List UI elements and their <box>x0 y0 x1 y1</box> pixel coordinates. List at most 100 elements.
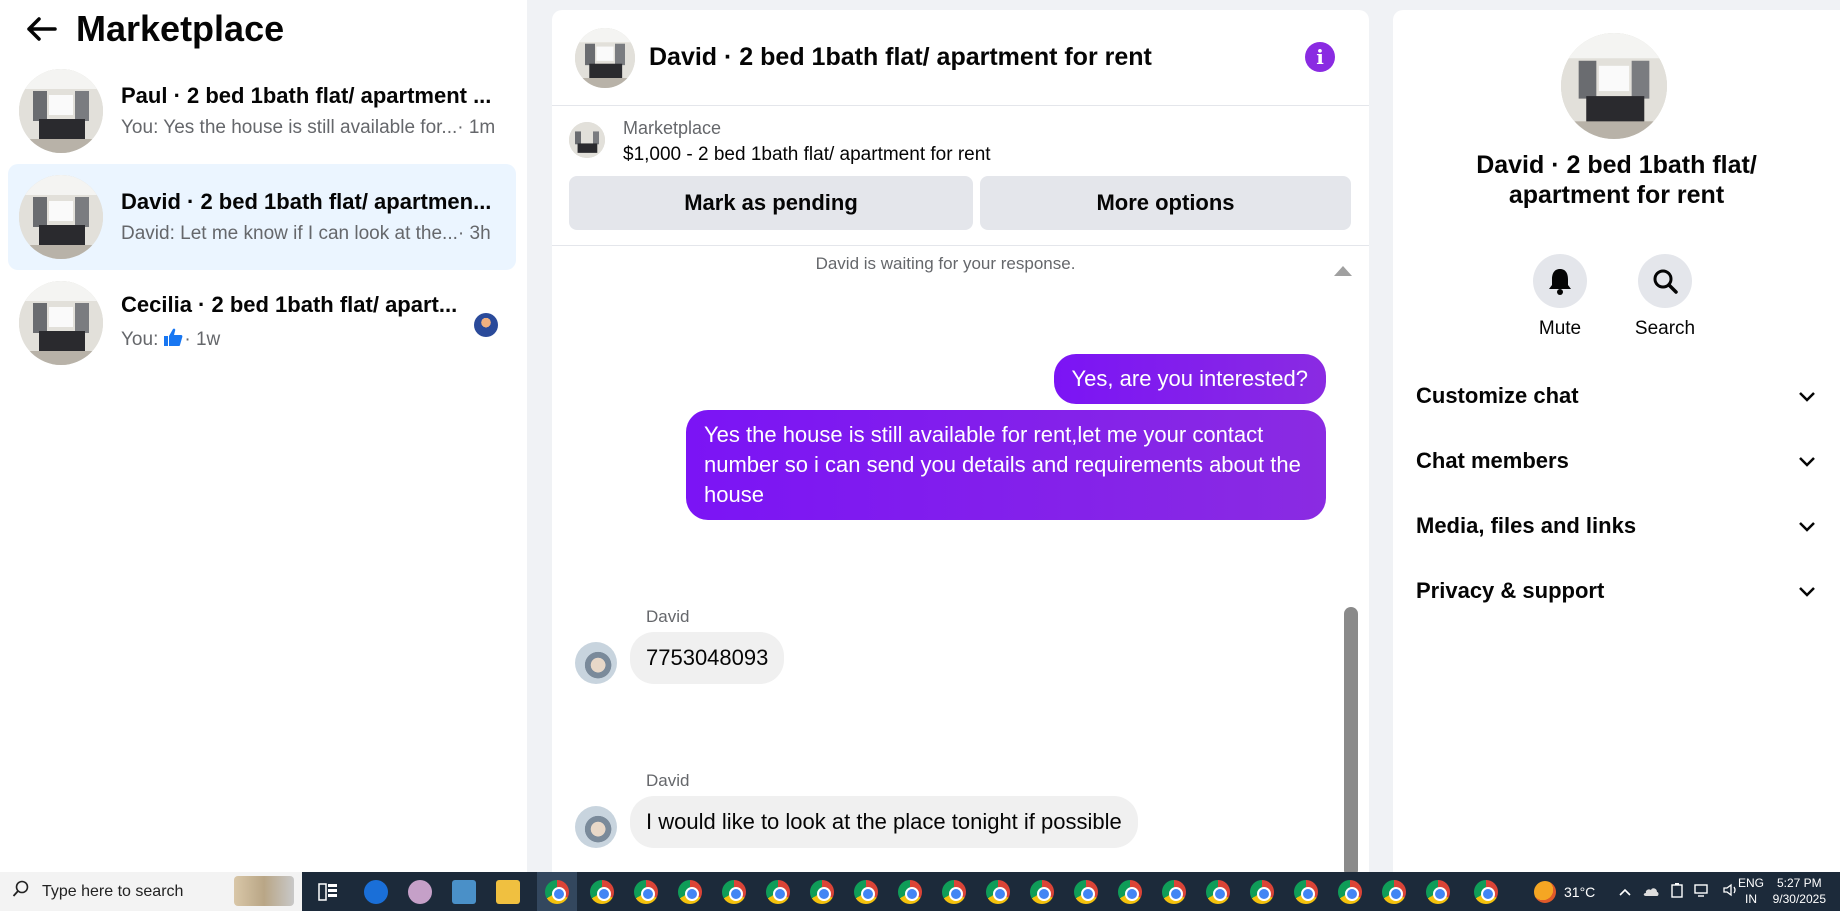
chrome-icon[interactable] <box>1338 880 1362 904</box>
search-button[interactable]: Search <box>1625 254 1705 340</box>
conversation-name: Paul · 2 bed 1bath flat/ apartment ... <box>121 83 492 108</box>
chevron-down-icon <box>1798 383 1816 409</box>
weather-temp: 31°C <box>1564 883 1596 900</box>
chat-thumbnail[interactable] <box>575 27 635 88</box>
chrome-icon[interactable] <box>1382 880 1406 904</box>
mute-button[interactable]: Mute <box>1520 254 1600 340</box>
weather-icon <box>1534 880 1556 903</box>
conversation-preview: You: Yes the house is still available fo… <box>121 117 458 138</box>
details-title: David · 2 bed 1bath flat/ apartment for … <box>1393 150 1840 210</box>
incoming-message: I would like to look at the place tonigh… <box>630 796 1138 848</box>
region-code: IN <box>1745 892 1757 906</box>
chrome-icon[interactable] <box>1426 880 1450 904</box>
chevron-down-icon <box>1798 513 1816 539</box>
chrome-icon[interactable] <box>678 880 702 904</box>
conversation-item-paul[interactable]: Paul · 2 bed 1bath flat/ apartment ... Y… <box>8 58 516 164</box>
conversation-name: Cecilia · 2 bed 1bath flat/ apart... <box>121 292 458 317</box>
listing-thumbnail[interactable] <box>569 122 605 158</box>
language-code: ENG <box>1738 876 1765 890</box>
chrome-icon[interactable] <box>810 880 834 904</box>
conversation-list-panel: Marketplace Paul · 2 bed 1bath flat/ apa… <box>0 0 527 872</box>
customize-chat-section[interactable]: Customize chat <box>1416 376 1816 416</box>
listing-label: Marketplace <box>623 118 722 138</box>
chrome-icon[interactable] <box>898 880 922 904</box>
chrome-icon[interactable] <box>722 880 746 904</box>
section-label: Media, files and links <box>1416 513 1637 538</box>
chevron-down-icon <box>1798 448 1816 474</box>
paint-icon[interactable] <box>408 880 432 904</box>
chrome-icon[interactable] <box>590 880 614 904</box>
chrome-icon[interactable] <box>986 880 1010 904</box>
chevron-down-icon <box>1798 578 1816 604</box>
conversation-time: · 3h <box>457 223 491 244</box>
details-thumbnail <box>1561 33 1667 139</box>
message-sender: David <box>646 607 690 626</box>
chrome-icon[interactable] <box>634 880 658 904</box>
chrome-icon[interactable] <box>1162 880 1186 904</box>
chrome-icon[interactable] <box>1030 880 1054 904</box>
details-title-text: David · 2 bed 1bath flat/ apartment for … <box>1476 151 1757 209</box>
section-label: Chat members <box>1416 448 1569 473</box>
battery-icon[interactable] <box>1670 882 1684 901</box>
seen-avatar <box>474 313 498 337</box>
chat-header: David · 2 bed 1bath flat/ apartment for … <box>552 10 1369 106</box>
scroll-up-arrow-icon[interactable] <box>1334 266 1352 276</box>
task-view-icon[interactable] <box>316 880 340 904</box>
conversation-name: David · 2 bed 1bath flat/ apartmen... <box>121 189 492 214</box>
mark-as-pending-button[interactable]: Mark as pending <box>569 176 973 230</box>
chrome-icon[interactable] <box>1074 880 1098 904</box>
chevron-up-icon[interactable] <box>1618 884 1632 900</box>
chrome-icon[interactable] <box>1118 880 1142 904</box>
network-icon[interactable] <box>1694 883 1712 900</box>
clock-date: 9/30/2025 <box>1772 892 1826 906</box>
conversation-time: · 1m <box>457 117 496 138</box>
media-files-links-section[interactable]: Media, files and links <box>1416 506 1816 546</box>
conversation-preview: You: <box>121 329 159 350</box>
info-icon[interactable]: i <box>1305 42 1335 72</box>
conversation-item-david[interactable]: David · 2 bed 1bath flat/ apartmen... Da… <box>8 164 516 270</box>
page-title: Marketplace <box>76 8 285 49</box>
language-indicator[interactable]: ENG IN <box>1738 875 1764 907</box>
mute-label: Mute <box>1538 318 1582 339</box>
windows-taskbar: Type here to search 31°C ENG IN 5:27 PM … <box>0 872 1840 911</box>
section-label: Privacy & support <box>1416 578 1605 603</box>
incoming-message: 7753048093 <box>630 632 785 684</box>
copilot-icon[interactable] <box>364 880 388 904</box>
listing-thumbnail <box>19 281 103 365</box>
file-explorer-icon[interactable] <box>496 880 520 904</box>
scrollbar-thumb[interactable] <box>1344 607 1358 872</box>
avatar[interactable] <box>575 806 617 848</box>
search-icon <box>1638 254 1692 308</box>
chrome-icon[interactable] <box>1294 880 1318 904</box>
chat-members-section[interactable]: Chat members <box>1416 441 1816 481</box>
clock-time: 5:27 PM <box>1776 876 1822 890</box>
left-header: Marketplace <box>20 6 284 52</box>
back-arrow-icon[interactable] <box>20 7 64 51</box>
chrome-icon[interactable] <box>1206 880 1230 904</box>
conversation-item-cecilia[interactable]: Cecilia · 2 bed 1bath flat/ apart... You… <box>8 270 516 376</box>
search-label: Search <box>1634 318 1696 339</box>
weather-widget[interactable]: 31°C <box>1534 872 1595 911</box>
chrome-icon[interactable] <box>545 880 569 904</box>
chrome-icon[interactable] <box>942 880 966 904</box>
avatar[interactable] <box>575 642 617 684</box>
taskbar-clock[interactable]: 5:27 PM 9/30/2025 <box>1773 875 1826 907</box>
chat-title[interactable]: David · 2 bed 1bath flat/ apartment for … <box>649 43 1152 72</box>
taskbar-search-box[interactable]: Type here to search <box>0 872 302 911</box>
chrome-icon[interactable] <box>1474 880 1498 904</box>
notepad-icon[interactable] <box>452 880 476 904</box>
outgoing-message: Yes the house is still available for ren… <box>686 410 1326 520</box>
privacy-support-section[interactable]: Privacy & support <box>1416 571 1816 611</box>
system-tray <box>1618 872 1740 911</box>
chrome-icon[interactable] <box>854 880 878 904</box>
search-highlight-icon <box>234 876 294 906</box>
listing-price[interactable]: $1,000 - 2 bed 1bath flat/ apartment for… <box>623 144 991 166</box>
more-options-button[interactable]: More options <box>980 176 1351 230</box>
chat-panel: David · 2 bed 1bath flat/ apartment for … <box>552 10 1369 872</box>
listing-thumbnail <box>19 175 103 259</box>
onedrive-icon[interactable] <box>1642 884 1660 900</box>
chrome-icon[interactable] <box>1250 880 1274 904</box>
bell-icon <box>1533 254 1587 308</box>
taskbar-search-placeholder: Type here to search <box>42 882 184 900</box>
chrome-icon[interactable] <box>766 880 790 904</box>
